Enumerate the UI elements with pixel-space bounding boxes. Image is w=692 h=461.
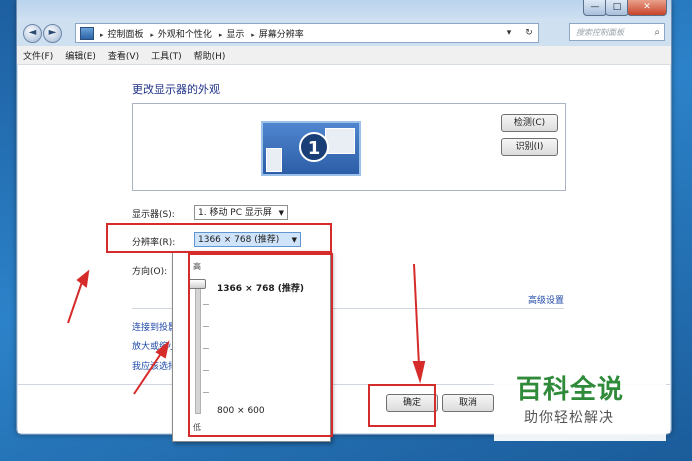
monitor-preview: 1 检测(C) 识别(I) [132,103,566,191]
detect-button[interactable]: 检测(C) [501,114,558,132]
search-icon[interactable]: ⌕ [654,24,660,42]
display-label: 显示器(S): [132,210,175,220]
watermark-title: 百科全说 [516,375,625,405]
minimize-button[interactable]: — [583,0,607,16]
maximize-button[interactable]: □ [605,0,629,16]
breadcrumb-separator-icon: ▸ [251,31,255,39]
breadcrumb-screen-resolution[interactable]: 屏幕分辨率 [259,30,304,40]
address-dropdown-button[interactable]: ▾ [500,24,518,42]
breadcrumb-separator-icon: ▸ [100,31,104,39]
address-bar[interactable]: ▸ 控制面板 ▸ 外观和个性化 ▸ 显示 ▸ 屏幕分辨率 ▾ ↻ [75,23,539,43]
breadcrumb-separator-icon: ▸ [218,31,223,39]
identify-button[interactable]: 识别(I) [501,138,558,156]
chevron-down-icon: ▼ [278,209,284,217]
window-thumbnail-icon [325,128,355,154]
advanced-settings-link[interactable]: 高级设置 [528,293,564,306]
breadcrumb: ▸ 控制面板 ▸ 外观和个性化 ▸ 显示 ▸ 屏幕分辨率 [96,27,304,40]
orientation-label: 方向(O): [132,267,168,277]
breadcrumb-control-panel[interactable]: 控制面板 [108,30,144,40]
annotation-box [106,223,332,253]
forward-button[interactable]: ► [43,24,62,43]
back-icon: ◄ [28,27,37,38]
display-select-value: 1. 移动 PC 显示屏 [198,208,272,218]
watermark-subtitle: 助你轻松解决 [524,410,614,426]
address-row: ◄ ► ▸ 控制面板 ▸ 外观和个性化 ▸ 显示 ▸ 屏幕分辨率 ▾ ↻ 搜索控制面板 … [17,22,671,44]
breadcrumb-appearance[interactable]: 外观和个性化 [158,30,212,40]
menu-tools[interactable]: 工具(T) [145,46,188,62]
refresh-icon: ↻ [525,28,533,38]
back-button[interactable]: ◄ [23,24,42,43]
search-placeholder: 搜索控制面板 [576,28,624,37]
control-panel-icon [80,27,94,40]
page-title: 更改显示器的外观 [132,83,220,96]
close-button[interactable]: ✕ [627,0,667,16]
refresh-button[interactable]: ↻ [520,24,538,42]
annotation-box [368,384,436,427]
breadcrumb-separator-icon: ▸ [150,31,154,39]
title-bar: — □ ✕ [17,0,671,20]
chevron-down-icon: ▾ [506,28,512,38]
menu-bar: 文件(F) 编辑(E) 查看(V) 工具(T) 帮助(H) [17,46,671,65]
watermark: 百科全说 助你轻松解决 [494,355,666,441]
window-thumbnail-icon [266,148,282,172]
breadcrumb-display[interactable]: 显示 [226,30,244,40]
cancel-button[interactable]: 取消 [442,394,494,412]
search-input[interactable]: 搜索控制面板 ⌕ [569,23,665,41]
monitor-number-badge: 1 [299,132,329,162]
menu-view[interactable]: 查看(V) [102,46,145,62]
display-select[interactable]: 1. 移动 PC 显示屏 ▼ [194,205,288,220]
annotation-box [188,253,333,437]
menu-file[interactable]: 文件(F) [17,46,59,62]
menu-edit[interactable]: 编辑(E) [59,46,102,62]
monitor-1-tile[interactable]: 1 [261,121,361,176]
forward-icon: ► [48,27,57,38]
menu-help[interactable]: 帮助(H) [188,46,232,62]
